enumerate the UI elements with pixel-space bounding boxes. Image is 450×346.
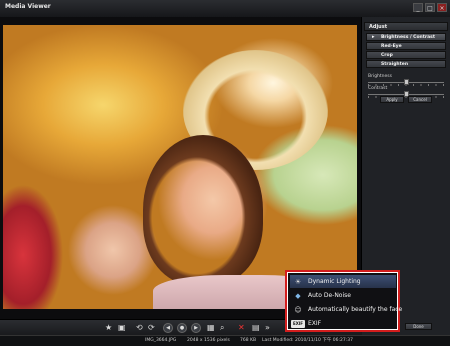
menu-item-label: Straighten xyxy=(381,62,409,67)
menu-item-label: Crop xyxy=(381,53,393,58)
menu-item-brightness-contrast[interactable]: Brightness / Contrast xyxy=(366,33,446,41)
menu-item-beautify-face[interactable]: ☺ Automatically beautify the face xyxy=(290,303,402,316)
menu-item-red-eye[interactable]: Red-Eye xyxy=(366,42,446,50)
minimize-button[interactable]: _ xyxy=(413,3,423,12)
zoom-icon[interactable]: ⌕ xyxy=(220,323,224,333)
photo xyxy=(3,25,357,309)
menu-item-label: Dynamic Lighting xyxy=(308,278,361,285)
menu-item-auto-denoise[interactable]: ◆ Auto De-Noise xyxy=(290,289,396,302)
status-bar: IMG_3664.JPG 2048 x 1536 pixels 768 KB L… xyxy=(0,335,450,346)
window-controls: _ □ × xyxy=(413,3,447,12)
close-button[interactable]: × xyxy=(437,3,447,12)
tab-adjust-label: Adjust xyxy=(369,24,388,30)
save-icon[interactable]: ▤ xyxy=(252,323,260,333)
brightness-slider-knob[interactable] xyxy=(403,79,409,85)
slideshow-icon[interactable]: ▣ xyxy=(118,323,126,333)
maximize-button[interactable]: □ xyxy=(425,3,435,12)
tab-adjust[interactable]: Adjust xyxy=(364,22,448,31)
title-bar: Media Viewer _ □ × xyxy=(0,0,450,18)
done-button[interactable]: Done xyxy=(405,323,432,330)
menu-item-label: Red-Eye xyxy=(381,44,402,49)
menu-item-label: Automatically beautify the face xyxy=(308,306,403,313)
next-icon[interactable]: ▶ xyxy=(191,323,201,333)
adjust-menu: Brightness / Contrast Red-Eye Crop Strai… xyxy=(366,33,446,69)
window-title: Media Viewer xyxy=(5,3,51,10)
menu-item-label: EXIF xyxy=(308,320,322,327)
cancel-button[interactable]: Cancel xyxy=(408,96,432,103)
menu-item-exif[interactable]: EXIF EXIF xyxy=(290,317,396,330)
previous-icon[interactable]: ◀ xyxy=(163,323,173,333)
rotate-right-icon[interactable]: ⟳ xyxy=(148,323,155,333)
star-icon[interactable]: ★ xyxy=(105,323,112,333)
exif-icon: EXIF xyxy=(291,320,305,328)
menu-item-label: Brightness / Contrast xyxy=(381,35,435,40)
menu-item-label: Auto De-Noise xyxy=(308,292,351,299)
delete-icon[interactable]: ✕ xyxy=(238,323,245,333)
droplet-icon: ◆ xyxy=(295,292,301,300)
play-icon[interactable]: ● xyxy=(177,323,187,333)
menu-item-straighten[interactable]: Straighten xyxy=(366,60,446,68)
face-icon: ☺ xyxy=(294,306,302,314)
rotate-left-icon[interactable]: ⟲ xyxy=(136,323,143,333)
fit-screen-icon[interactable]: ▦ xyxy=(207,323,215,333)
menu-item-dynamic-lighting[interactable]: ☀ Dynamic Lighting xyxy=(290,275,396,288)
context-menu: ☀ Dynamic Lighting ◆ Auto De-Noise ☺ Aut… xyxy=(285,270,402,332)
apply-button[interactable]: Apply xyxy=(380,96,404,103)
more-icon[interactable]: » xyxy=(265,323,270,333)
sun-icon: ☀ xyxy=(294,278,302,286)
menu-item-crop[interactable]: Crop xyxy=(366,51,446,59)
